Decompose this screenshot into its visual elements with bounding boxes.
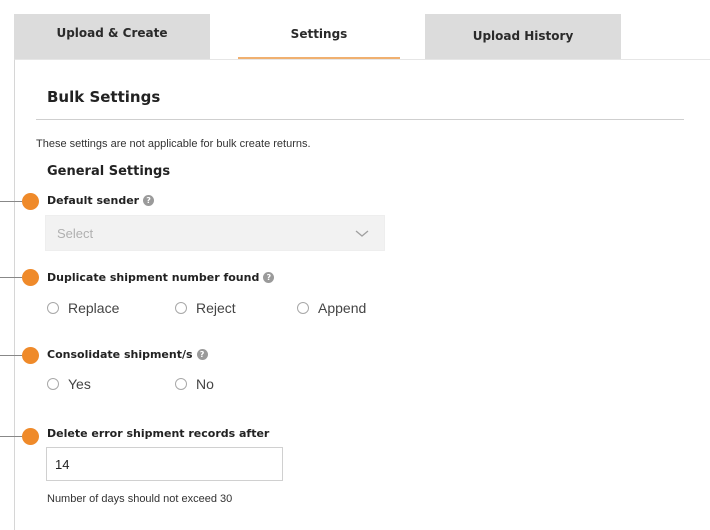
- field-label-text: Consolidate shipment/s: [47, 348, 193, 361]
- chevron-down-icon: [355, 230, 369, 237]
- help-icon[interactable]: ?: [263, 272, 275, 283]
- general-settings-heading: General Settings: [47, 164, 171, 179]
- callout-marker: [22, 347, 39, 364]
- radio-no[interactable]: No: [175, 376, 214, 392]
- radio-reject[interactable]: Reject: [175, 300, 236, 316]
- radio-circle[interactable]: [297, 302, 309, 314]
- radio-circle[interactable]: [47, 302, 59, 314]
- radio-yes[interactable]: Yes: [47, 376, 91, 392]
- section-title: Bulk Settings: [47, 88, 161, 106]
- duplicate-shipment-label: Duplicate shipment number found ?: [47, 271, 275, 284]
- field-label-text: Delete error shipment records after: [47, 427, 270, 440]
- field-label-text: Duplicate shipment number found: [47, 271, 260, 284]
- tab-upload-history[interactable]: Upload History: [425, 14, 621, 59]
- callout-line: [0, 355, 22, 356]
- select-value: Select: [57, 226, 94, 241]
- radio-label: Append: [318, 300, 367, 316]
- callout-line: [0, 277, 22, 278]
- callout-marker: [22, 428, 39, 445]
- tab-settings[interactable]: Settings: [221, 14, 417, 59]
- radio-label: Yes: [68, 376, 91, 392]
- help-icon[interactable]: ?: [196, 349, 208, 360]
- callout-line: [0, 201, 22, 202]
- tab-label: Upload History: [472, 29, 574, 43]
- radio-circle[interactable]: [47, 378, 59, 390]
- callout-marker: [22, 269, 39, 286]
- radio-label: Reject: [196, 300, 236, 316]
- default-sender-label: Default sender ?: [47, 194, 155, 207]
- delete-days-hint: Number of days should not exceed 30: [47, 493, 233, 505]
- tab-label: Settings: [290, 27, 348, 41]
- radio-label: Replace: [68, 300, 120, 316]
- tab-label: Upload & Create: [56, 26, 168, 40]
- radio-replace[interactable]: Replace: [47, 300, 119, 316]
- tab-upload-create[interactable]: Upload & Create: [14, 14, 210, 59]
- radio-label: No: [196, 376, 214, 392]
- radio-circle[interactable]: [175, 378, 187, 390]
- section-divider: [36, 119, 684, 120]
- consolidate-label: Consolidate shipment/s ?: [47, 348, 208, 361]
- radio-append[interactable]: Append: [297, 300, 366, 316]
- help-icon[interactable]: ?: [143, 195, 155, 206]
- radio-circle[interactable]: [175, 302, 187, 314]
- callout-marker: [22, 193, 39, 210]
- delete-records-label: Delete error shipment records after: [47, 427, 269, 440]
- field-label-text: Default sender: [47, 194, 140, 207]
- settings-note: These settings are not applicable for bu…: [36, 138, 311, 150]
- default-sender-select[interactable]: Select: [45, 215, 385, 251]
- delete-days-input[interactable]: [46, 447, 283, 481]
- callout-line: [0, 436, 22, 437]
